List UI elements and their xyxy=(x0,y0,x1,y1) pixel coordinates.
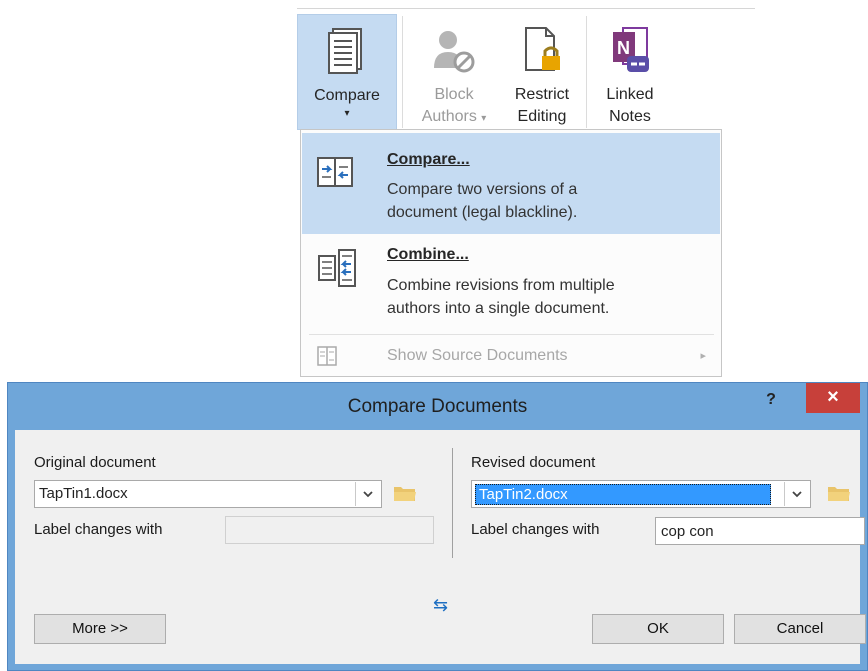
revised-document-label: Revised document xyxy=(471,454,596,471)
linked-notes-button[interactable]: N Linked Notes xyxy=(592,14,668,130)
ok-button[interactable]: OK xyxy=(592,614,724,644)
compare-ribbon-button[interactable]: Compare ▾ xyxy=(297,14,397,130)
menu-item-show-source-documents[interactable]: Show Source Documents ▸ xyxy=(302,338,720,374)
compare-icon xyxy=(317,157,353,192)
compare-ribbon-label: Compare xyxy=(314,87,380,104)
menu-separator xyxy=(309,334,714,335)
compare-dropdown-menu: Compare... Compare two versions of a doc… xyxy=(300,129,722,377)
menu-item-compare[interactable]: Compare... Compare two versions of a doc… xyxy=(302,133,720,234)
original-label-changes-label: Label changes with xyxy=(34,521,163,538)
menu-item-combine[interactable]: Combine... Combine revisions from multip… xyxy=(302,234,720,332)
menu-compare-desc-line1: Compare two versions of a xyxy=(387,181,578,198)
revised-label-changes-field[interactable]: cop con xyxy=(655,517,865,545)
menu-combine-desc-line2: authors into a single document. xyxy=(387,300,610,317)
chevron-down-icon[interactable] xyxy=(355,482,380,506)
chevron-right-icon: ▸ xyxy=(700,350,706,362)
dialog-title: Compare Documents xyxy=(347,396,528,417)
revised-document-combo[interactable]: TapTin2.docx xyxy=(471,480,811,508)
svg-text:N: N xyxy=(617,38,630,58)
block-authors-label-line2: Authors xyxy=(421,108,477,125)
menu-compare-desc-line2: document (legal blackline). xyxy=(387,204,578,221)
combine-icon xyxy=(317,248,357,293)
menu-compare-title: Compare... xyxy=(387,151,470,168)
close-button[interactable]: × xyxy=(806,383,860,413)
chevron-down-icon[interactable] xyxy=(784,482,809,506)
compare-document-icon xyxy=(298,15,396,75)
dialog-column-separator xyxy=(452,448,453,558)
menu-combine-title: Combine... xyxy=(387,246,469,263)
revised-label-changes-label: Label changes with xyxy=(471,521,600,538)
lock-document-icon xyxy=(503,14,581,74)
onenote-link-icon: N xyxy=(592,14,668,74)
restrict-editing-label-line2: Editing xyxy=(517,108,567,125)
ribbon-separator xyxy=(586,16,587,128)
original-document-value: TapTin1.docx xyxy=(39,485,128,502)
more-button[interactable]: More >> xyxy=(34,614,166,644)
block-authors-label-line1: Block xyxy=(434,86,474,103)
help-button[interactable]: ? xyxy=(757,391,785,409)
compare-documents-dialog: Compare Documents ? × Original document … xyxy=(7,382,868,671)
chevron-down-icon: ▾ xyxy=(481,113,487,124)
block-authors-button[interactable]: Block Authors ▾ xyxy=(408,14,500,130)
original-document-combo[interactable]: TapTin1.docx xyxy=(34,480,382,508)
linked-notes-label-line1: Linked xyxy=(606,86,654,103)
linked-notes-label-line2: Notes xyxy=(609,108,651,125)
folder-icon[interactable] xyxy=(393,483,417,508)
dialog-body: Original document TapTin1.docx Label cha… xyxy=(15,430,866,664)
revised-document-value: TapTin2.docx xyxy=(475,484,771,505)
revised-label-changes-value: cop con xyxy=(661,523,714,540)
menu-combine-desc-line1: Combine revisions from multiple xyxy=(387,277,615,294)
menu-show-source-label: Show Source Documents xyxy=(387,347,568,364)
block-authors-icon xyxy=(408,14,500,74)
restrict-editing-label-line1: Restrict xyxy=(514,86,570,103)
cancel-button[interactable]: Cancel xyxy=(734,614,866,644)
original-label-changes-field xyxy=(225,516,434,544)
restrict-editing-button[interactable]: Restrict Editing xyxy=(503,14,581,130)
original-document-label: Original document xyxy=(34,454,156,471)
folder-icon[interactable] xyxy=(827,483,851,508)
swap-documents-icon[interactable]: ⇆ xyxy=(433,595,448,616)
chevron-down-icon: ▾ xyxy=(344,108,350,119)
ribbon-separator xyxy=(402,16,403,128)
ribbon-divider xyxy=(297,8,755,9)
show-source-icon xyxy=(317,346,337,371)
